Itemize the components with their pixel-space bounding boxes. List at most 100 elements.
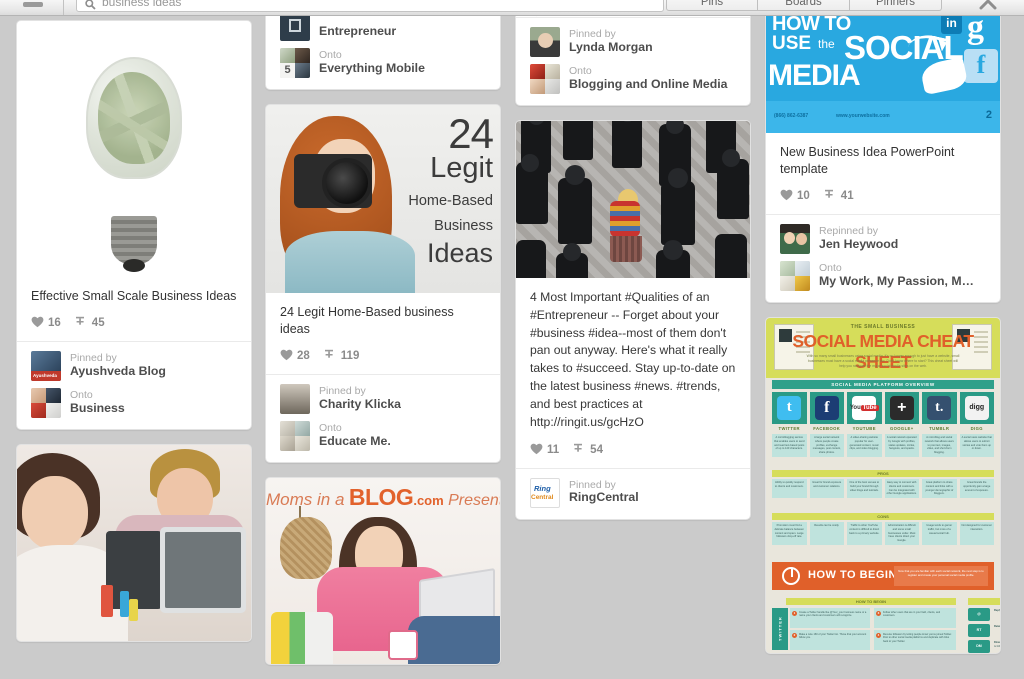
pin-card[interactable]: 24 Legit Home-Based Business Ideas 24 Le… [265, 104, 501, 463]
pin-title: Effective Small Scale Business Ideas [31, 289, 237, 303]
pin-card[interactable] [16, 443, 252, 642]
platform-pro: Great platform to share content and link… [922, 478, 957, 499]
board-row[interactable]: Onto My Work, My Passion, My… [780, 260, 986, 291]
search-bar[interactable] [76, 0, 664, 12]
filter-tab-boards[interactable]: Boards [758, 0, 850, 11]
board-label: Onto [819, 261, 842, 274]
cheat-section-overview: SOCIAL MEDIA PLATFORM OVERVIEW [772, 379, 994, 389]
pin-image-lightbulb-money[interactable] [17, 21, 251, 277]
platform-con: Usage tends to garner traffic, but more … [922, 521, 957, 546]
repin-stat[interactable]: 54 [573, 443, 603, 458]
repin-count: 54 [590, 444, 603, 456]
platform-pro: Ability to quickly respond to clients an… [772, 478, 807, 499]
pin-card[interactable]: 4 Most Important #Qualities of an #Entre… [515, 120, 751, 520]
board-label: Onto [70, 389, 93, 402]
moms-word-2: BLOG [348, 483, 414, 510]
like-count: 16 [48, 317, 61, 330]
pin-card[interactable]: THE SMALL BUSINESS SOCIAL MEDIA CHEAT SH… [765, 316, 1001, 654]
pin-image-how-to-use-social-media[interactable]: HOW TO USE the SOCIAL MEDIA in g f (866)… [766, 9, 1000, 133]
pin-card[interactable]: Effective Small Scale Business Ideas 16 … [16, 20, 252, 430]
pinner-row[interactable]: Ring Central Pinned by RingCentral [530, 477, 736, 508]
avatar: Ring Central [530, 477, 560, 508]
pin-icon [75, 316, 88, 331]
board-row[interactable]: Onto Business [31, 387, 237, 418]
repin-count: 45 [91, 317, 105, 330]
pin-body: 24 Legit Home-Based business ideas 28 11… [266, 293, 500, 374]
pin-image-social-media-cheat-sheet[interactable]: THE SMALL BUSINESS SOCIAL MEDIA CHEAT SH… [766, 317, 1000, 653]
repin-count: 41 [840, 190, 854, 203]
board-label: Onto [569, 65, 592, 78]
pinner-name[interactable]: Charity Klicka [319, 398, 401, 412]
search-input[interactable] [102, 0, 655, 9]
pinner-name[interactable]: Jen Heywood [819, 238, 898, 252]
avatar: Ayushveda [31, 350, 61, 381]
lingo-name: Retweet: [994, 624, 1000, 628]
pinner-row[interactable]: Repinned by Jen Heywood [780, 223, 986, 254]
pin-title: New Business Idea PowerPoint template [780, 145, 955, 176]
platform-name: DIGG [970, 425, 983, 431]
repin-stat[interactable]: 119 [324, 349, 359, 364]
pin-image-crowd-suits[interactable] [516, 121, 750, 278]
pin-stats: 10 41 [780, 189, 986, 204]
pin-attribution: Ayushveda Pinned by Ayushveda Blog Onto … [17, 340, 251, 429]
hamburger-icon[interactable] [22, 0, 44, 9]
filter-tab-pinners[interactable]: Pinners [850, 0, 942, 11]
heart-icon [31, 316, 44, 331]
like-count: 10 [797, 190, 810, 203]
platform-con: Promotion must find a delicate balance b… [772, 521, 807, 546]
pinner-name[interactable]: Lynda Morgan [569, 41, 653, 55]
pinner-row[interactable]: Pinned by Charity Klicka [280, 383, 486, 414]
like-stat[interactable]: 28 [280, 349, 310, 364]
pin-image-moms-in-a-blog[interactable]: Moms in a BLOG.com Presents [266, 477, 500, 664]
image-text-homebased: Home-Based [408, 193, 493, 210]
chevron-up-icon[interactable] [975, 0, 1001, 11]
image-text-number: 24 [448, 109, 494, 157]
board-row[interactable]: Onto Educate Me. [280, 420, 486, 451]
pin-card[interactable]: 11 243 Pinned by Lynda Mo [515, 4, 751, 106]
pinner-name[interactable]: Entrepreneur [319, 25, 396, 39]
lingo-name: Reply: [994, 608, 1000, 612]
pinner-name[interactable]: RingCentral [569, 491, 639, 505]
board-name[interactable]: Blogging and Online Media [569, 78, 728, 92]
like-stat[interactable]: 16 [31, 316, 61, 331]
pinner-name[interactable]: Ayushveda Blog [70, 365, 166, 379]
pin-image-24-legit[interactable]: 24 Legit Home-Based Business Ideas [266, 105, 500, 293]
image-text-line3: the [818, 37, 835, 51]
platform-desc: A social news website that allows users … [959, 433, 994, 458]
filter-tab-pins[interactable]: Pins [666, 0, 758, 11]
pin-image-office-couple[interactable] [17, 444, 251, 641]
facebook-tile: f [809, 391, 844, 424]
platform-con: Administration is difficult and some sma… [884, 521, 919, 546]
board-name[interactable]: Everything Mobile [319, 62, 425, 76]
pinner-row[interactable]: Pinned by Lynda Morgan [530, 27, 736, 57]
board-label: Onto [319, 421, 342, 434]
like-stat[interactable]: 10 [780, 189, 810, 204]
pin-card[interactable]: Pinned by Entrepreneur 5 Onto [265, 8, 501, 90]
heart-icon [280, 349, 293, 364]
platform-pro: Great brands the opportunity gain a larg… [959, 478, 994, 499]
board-name[interactable]: Business [70, 402, 125, 416]
board-row[interactable]: Onto Blogging and Online Media [530, 64, 736, 94]
pin-attribution: Pinned by Charity Klicka Onto Educate Me… [266, 373, 500, 462]
cheat-col-begin: HOW TO BEGIN [786, 597, 956, 605]
board-name[interactable]: My Work, My Passion, My… [819, 275, 979, 289]
cheat-section-cons: CONS [772, 512, 994, 520]
platform-desc: A social network operated by Google with… [884, 433, 919, 458]
board-name[interactable]: Educate Me. [319, 435, 391, 449]
image-text-line5: MEDIA [768, 59, 861, 92]
pin-card[interactable]: Moms in a BLOG.com Presents [265, 476, 501, 665]
pin-card[interactable]: HOW TO USE the SOCIAL MEDIA in g f (866)… [765, 8, 1001, 303]
platform-name: TUMBLR [929, 425, 950, 431]
grid-column-2: Pinned by Entrepreneur 5 Onto [265, 8, 501, 679]
pinner-row[interactable]: Ayushveda Pinned by Ayushveda Blog [31, 350, 237, 381]
image-page-number: 2 [985, 109, 992, 121]
pin-icon [573, 443, 586, 458]
cheat-section-pros: PROS [772, 469, 994, 477]
board-row[interactable]: 5 Onto Everything Mobile [280, 48, 486, 78]
like-stat[interactable]: 11 [530, 443, 559, 458]
platform-desc: A large social network where people crea… [809, 433, 844, 458]
repin-stat[interactable]: 45 [75, 316, 105, 331]
heart-icon [780, 189, 793, 204]
browser-toolbar: Pins Boards Pinners [0, 0, 1024, 16]
repin-stat[interactable]: 41 [824, 189, 854, 204]
